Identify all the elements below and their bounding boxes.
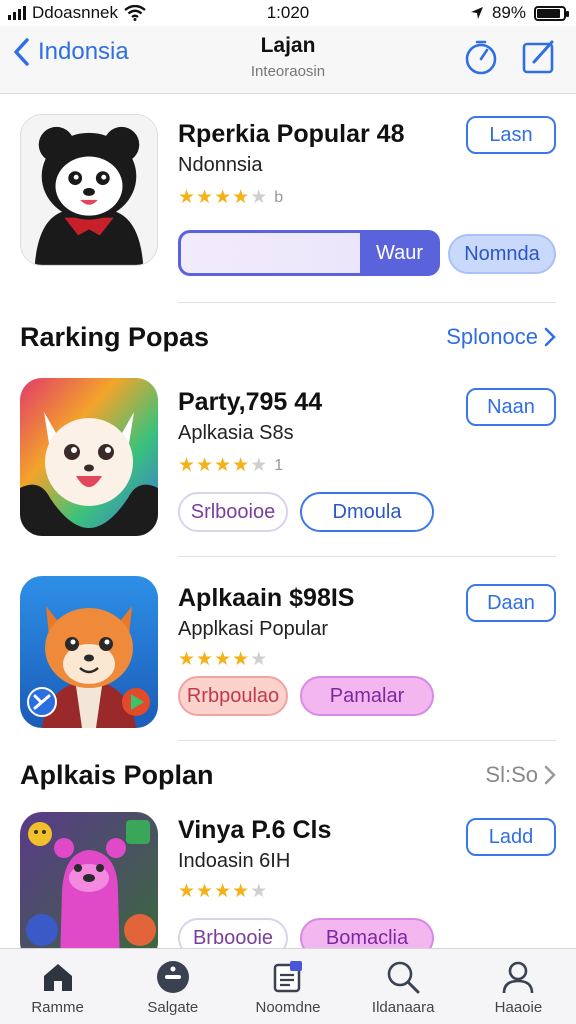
tab-bar: Ramme Salgate Noomdne Ildanaara Haaoie bbox=[0, 948, 576, 1024]
star-icon: ★ bbox=[196, 187, 214, 208]
section-see-all-link[interactable]: Splonoce bbox=[446, 324, 556, 350]
star-icon: ★ bbox=[196, 455, 214, 476]
divider bbox=[178, 302, 556, 303]
cat-icon bbox=[20, 378, 158, 536]
panda-app-icon[interactable] bbox=[20, 114, 158, 266]
star-icon: ★ bbox=[178, 187, 196, 208]
rating-count: 1 bbox=[274, 456, 284, 474]
star-icon: ★ bbox=[214, 649, 232, 670]
location-icon bbox=[470, 7, 483, 19]
section-link-label: Splonoce bbox=[446, 324, 538, 349]
profile-icon bbox=[503, 961, 534, 994]
star-icon: ★ bbox=[214, 455, 232, 476]
tab-home[interactable]: Ramme bbox=[0, 949, 115, 1024]
apps-icon bbox=[273, 961, 302, 993]
navigation-bar: Indonsia Lajan Inteoraosin bbox=[0, 26, 576, 94]
app-subtitle: Aplkasia S8s bbox=[178, 422, 294, 444]
tab-label: Haaoie bbox=[494, 999, 543, 1016]
star-icon: ★ bbox=[250, 881, 268, 902]
battery-percent: 89% bbox=[491, 3, 526, 22]
app-subtitle: Indoasin 6IH bbox=[178, 850, 291, 872]
divider bbox=[178, 556, 556, 557]
category-pill[interactable]: Srlbooioe bbox=[178, 492, 288, 532]
star-icon: ★ bbox=[232, 187, 250, 208]
section-see-all-link[interactable]: Sl:So bbox=[485, 762, 556, 788]
section-title-ranking: Rarking Popas bbox=[20, 322, 210, 352]
tab-profile[interactable]: Haaoie bbox=[461, 949, 576, 1024]
featured-app-row[interactable]: Rperkia Popular 48 Ndonnsia ★ ★ ★ ★ ★ b Lasn… bbox=[0, 112, 576, 302]
app-rating: ★ ★ ★ ★ ★ bbox=[178, 880, 267, 903]
star-icon: ★ bbox=[214, 187, 232, 208]
get-button[interactable]: Daan bbox=[466, 584, 556, 622]
timer-icon bbox=[465, 40, 497, 75]
featured-secondary-button[interactable]: Nomnda bbox=[448, 234, 556, 274]
featured-rating: ★ ★ ★ ★ ★ b bbox=[178, 186, 283, 209]
tab-label: Salgate bbox=[147, 999, 199, 1016]
star-icon: ★ bbox=[232, 881, 250, 902]
fox-icon bbox=[20, 576, 158, 728]
app-row[interactable]: Aplkaain $98IS Applkasi Popular ★ ★ ★ ★ ★ Da… bbox=[0, 576, 576, 736]
download-progress-label: Waur bbox=[375, 242, 423, 264]
app-name: Vinya P.6 Cls bbox=[178, 816, 332, 844]
app-row[interactable]: Vinya P.6 Cls Indoasin 6IH ★ ★ ★ ★ ★ Ladd Br… bbox=[0, 812, 576, 948]
status-right: 89% bbox=[470, 3, 569, 23]
action-pill[interactable]: Pamalar bbox=[300, 676, 434, 716]
battery-fill bbox=[537, 8, 561, 18]
cat-app-icon[interactable] bbox=[20, 378, 158, 536]
action-pill[interactable]: Bomaclia bbox=[300, 918, 434, 948]
app-subtitle: Applkasi Popular bbox=[178, 618, 329, 640]
star-icon: ★ bbox=[178, 881, 196, 902]
bear-icon bbox=[20, 812, 158, 948]
tab-label: Noomdne bbox=[255, 999, 321, 1016]
get-button[interactable]: Ladd bbox=[466, 818, 556, 856]
battery-icon bbox=[534, 5, 569, 21]
section-title-popular: Aplkais Poplan bbox=[20, 760, 214, 790]
app-row[interactable]: Party,795 44 Aplkasia S8s ★ ★ ★ ★ ★ 1 Naan S… bbox=[0, 378, 576, 548]
rating-count: b bbox=[274, 188, 284, 206]
star-icon: ★ bbox=[250, 187, 268, 208]
compose-button[interactable] bbox=[520, 38, 558, 76]
featured-get-button[interactable]: Lasn bbox=[466, 116, 556, 154]
search-icon bbox=[387, 961, 420, 994]
app-rating: ★ ★ ★ ★ ★ 1 bbox=[178, 454, 283, 477]
star-icon: ★ bbox=[178, 455, 196, 476]
app-rating: ★ ★ ★ ★ ★ bbox=[178, 648, 267, 671]
featured-app-name: Rperkia Popular 48 bbox=[178, 120, 405, 148]
timer-button[interactable] bbox=[462, 38, 500, 76]
divider bbox=[178, 740, 556, 741]
star-icon: ★ bbox=[178, 649, 196, 670]
category-pill[interactable]: Rrbpoulao bbox=[178, 676, 288, 716]
app-name: Aplkaain $98IS bbox=[178, 584, 355, 612]
star-icon: ★ bbox=[232, 455, 250, 476]
star-icon: ★ bbox=[196, 649, 214, 670]
download-progress-bar[interactable]: Waur bbox=[178, 230, 440, 276]
app-name: Party,795 44 bbox=[178, 388, 323, 416]
download-progress-fill bbox=[181, 233, 361, 273]
tab-apps[interactable]: Noomdne bbox=[230, 949, 345, 1024]
section-link-label: Sl:So bbox=[485, 762, 538, 787]
games-icon bbox=[156, 961, 189, 993]
star-icon: ★ bbox=[214, 881, 232, 902]
get-button[interactable]: Naan bbox=[466, 388, 556, 426]
chevron-right-icon bbox=[544, 327, 556, 347]
star-icon: ★ bbox=[196, 881, 214, 902]
fox-app-icon[interactable] bbox=[20, 576, 158, 728]
panda-icon bbox=[21, 115, 157, 265]
home-icon bbox=[43, 964, 72, 991]
star-icon: ★ bbox=[232, 649, 250, 670]
tab-search[interactable]: Ildanaara bbox=[346, 949, 461, 1024]
chevron-right-icon bbox=[544, 765, 556, 785]
tab-games[interactable]: Salgate bbox=[115, 949, 230, 1024]
featured-app-subtitle: Ndonnsia bbox=[178, 154, 263, 176]
tab-label: Ildanaara bbox=[371, 999, 435, 1016]
bear-app-icon[interactable] bbox=[20, 812, 158, 948]
compose-icon bbox=[522, 40, 554, 74]
star-icon: ★ bbox=[250, 455, 268, 476]
star-icon: ★ bbox=[250, 649, 268, 670]
category-pill[interactable]: Brboooie bbox=[178, 918, 288, 948]
status-bar: Ddoasnnek 1:020 89% bbox=[0, 0, 576, 26]
tab-label: Ramme bbox=[31, 999, 84, 1016]
action-pill[interactable]: Dmoula bbox=[300, 492, 434, 532]
